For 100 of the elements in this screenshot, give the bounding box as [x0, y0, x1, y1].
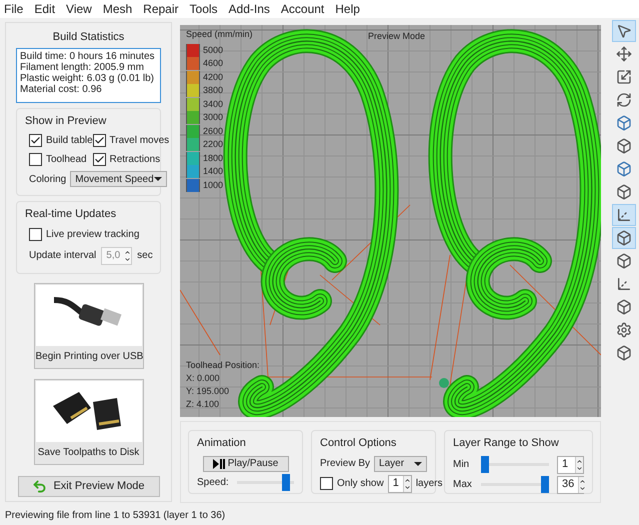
status-text: Previewing file from line 1 to 53931 (layer 1 to 36): [5, 508, 226, 522]
checkbox[interactable]: [29, 228, 42, 241]
toolhead-coordinate: Z: 4.100: [186, 398, 220, 411]
speed-label: Speed:: [197, 476, 229, 490]
preview-by-dropdown[interactable]: Layer: [374, 456, 427, 472]
group-title: Layer Range to Show: [453, 436, 560, 451]
scale-icon: [616, 69, 632, 85]
checkbox-label: Travel moves: [110, 134, 170, 148]
coloring-label: Coloring: [29, 172, 66, 187]
check-icon: [94, 154, 104, 166]
toolbar-button[interactable]: [612, 227, 636, 249]
menu-item[interactable]: Mesh: [102, 0, 132, 18]
axis-icon: [616, 276, 632, 292]
back-arrow-icon: [32, 478, 48, 494]
menu-item[interactable]: View: [66, 0, 92, 18]
max-label: Max: [453, 478, 473, 492]
checkbox[interactable]: [29, 153, 42, 166]
preview-by-label: Preview By: [320, 457, 370, 471]
legend-value: 3400: [203, 98, 224, 110]
max-layer-slider[interactable]: [481, 476, 549, 494]
menu-item[interactable]: Edit: [34, 0, 56, 18]
min-label: Min: [453, 458, 470, 472]
spin-up-icon: [579, 478, 586, 484]
play-pause-button[interactable]: Play/Pause: [202, 456, 288, 472]
legend-value: 1000: [203, 178, 224, 192]
legend-title: Speed (mm/min): [186, 28, 253, 41]
legend-value: 1800: [203, 152, 224, 164]
menu-item[interactable]: File: [4, 0, 24, 18]
statistic-text: Filament length: 2005.9 mm: [20, 62, 145, 72]
legend-value: 5000: [203, 44, 224, 56]
checkbox-label: Build table: [46, 134, 93, 148]
spin-up-icon: [404, 476, 411, 484]
menu-item[interactable]: Repair: [143, 0, 179, 18]
checkbox-label: Retractions: [110, 153, 160, 168]
preview-viewport[interactable]: Speed (mm/min) 5000 4600 4200 3800 3400 3000 2600 2200 1800 1400 1000 Preview Mode Toolhead Position: X: 0.000 Y: 195.000 Z: 4.100: [180, 25, 601, 417]
speed-slider[interactable]: [236, 474, 294, 492]
play-pause-icon: [212, 458, 225, 468]
legend-value: 1400: [203, 165, 224, 178]
legend-value: 3800: [203, 84, 224, 97]
menu-item[interactable]: Tools: [190, 0, 218, 18]
cube-icon: [616, 299, 632, 315]
cube-icon: [616, 230, 632, 246]
checkbox-label: Toolhead: [46, 153, 87, 168]
spin-down-icon: [576, 464, 583, 472]
check-icon: [94, 135, 104, 146]
image-button[interactable]: Save Toolpaths to Disk: [34, 378, 144, 465]
toolhead-coordinate: Y: 195.000: [186, 385, 230, 398]
menu-item[interactable]: Add-Ins: [228, 0, 270, 18]
pointer-icon: [616, 23, 632, 39]
slider-thumb[interactable]: [282, 474, 290, 491]
legend-value: 3000: [203, 111, 224, 124]
spin-up-icon: [576, 458, 583, 464]
legend-value: 4200: [203, 70, 224, 84]
layers-unit: layers: [416, 477, 442, 491]
dropdown-caret-icon: [414, 462, 422, 466]
only-show-spinbox[interactable]: 1: [388, 474, 412, 492]
image-button[interactable]: Begin Printing over USB: [34, 282, 144, 369]
toolbar-button[interactable]: [612, 20, 636, 42]
statistic-text: Build time: 0 hours 16 minutes: [20, 50, 156, 62]
exit-preview-button[interactable]: Exit Preview Mode: [18, 476, 160, 497]
settings-icon: [616, 322, 632, 338]
statistic-text: Material cost: 0.96: [20, 84, 103, 94]
legend-value: 2600: [203, 124, 224, 138]
toolhead-marker: [439, 378, 449, 388]
menu-item[interactable]: Account: [280, 0, 324, 18]
min-layer-spinbox[interactable]: 1: [557, 456, 584, 474]
checkbox[interactable]: [92, 134, 106, 148]
interval-unit: sec: [137, 249, 153, 264]
checkbox[interactable]: [29, 134, 42, 148]
checkbox[interactable]: [320, 477, 333, 490]
checkbox-label: Live preview tracking: [46, 228, 140, 242]
axes-icon: [616, 207, 632, 223]
dropdown-caret-icon: [154, 177, 162, 182]
preview-mode-label: Preview Mode: [368, 30, 426, 43]
rotate-icon: [616, 92, 632, 108]
spin-down-icon: [579, 484, 586, 492]
move-icon: [616, 46, 632, 62]
coloring-dropdown[interactable]: Movement Speed: [70, 171, 167, 188]
cube-icon: [616, 138, 632, 154]
toolbar-button[interactable]: [612, 204, 636, 226]
min-layer-slider[interactable]: [481, 456, 549, 474]
menu-item[interactable]: Help: [335, 0, 360, 18]
cube-icon: [616, 184, 632, 200]
slider-thumb[interactable]: [541, 476, 549, 493]
legend-value: 2200: [203, 138, 224, 151]
legend-value: 4600: [203, 57, 224, 70]
check-icon: [30, 135, 41, 146]
cube-icon: [616, 115, 632, 131]
group-title: Animation: [197, 436, 247, 451]
interval-label: Update interval: [29, 249, 96, 264]
checkbox-label: Only show: [337, 477, 384, 491]
slider-thumb[interactable]: [481, 456, 489, 473]
group-title: Show in Preview: [25, 114, 108, 129]
spin-down-icon: [404, 484, 411, 490]
max-layer-spinbox[interactable]: 36: [557, 476, 584, 494]
panel-title: Build Statistics: [52, 30, 126, 45]
checkbox[interactable]: [92, 153, 106, 166]
cube-icon: [616, 345, 632, 361]
toolhead-title: Toolhead Position:: [186, 359, 260, 372]
spin-down-icon: [124, 256, 132, 263]
